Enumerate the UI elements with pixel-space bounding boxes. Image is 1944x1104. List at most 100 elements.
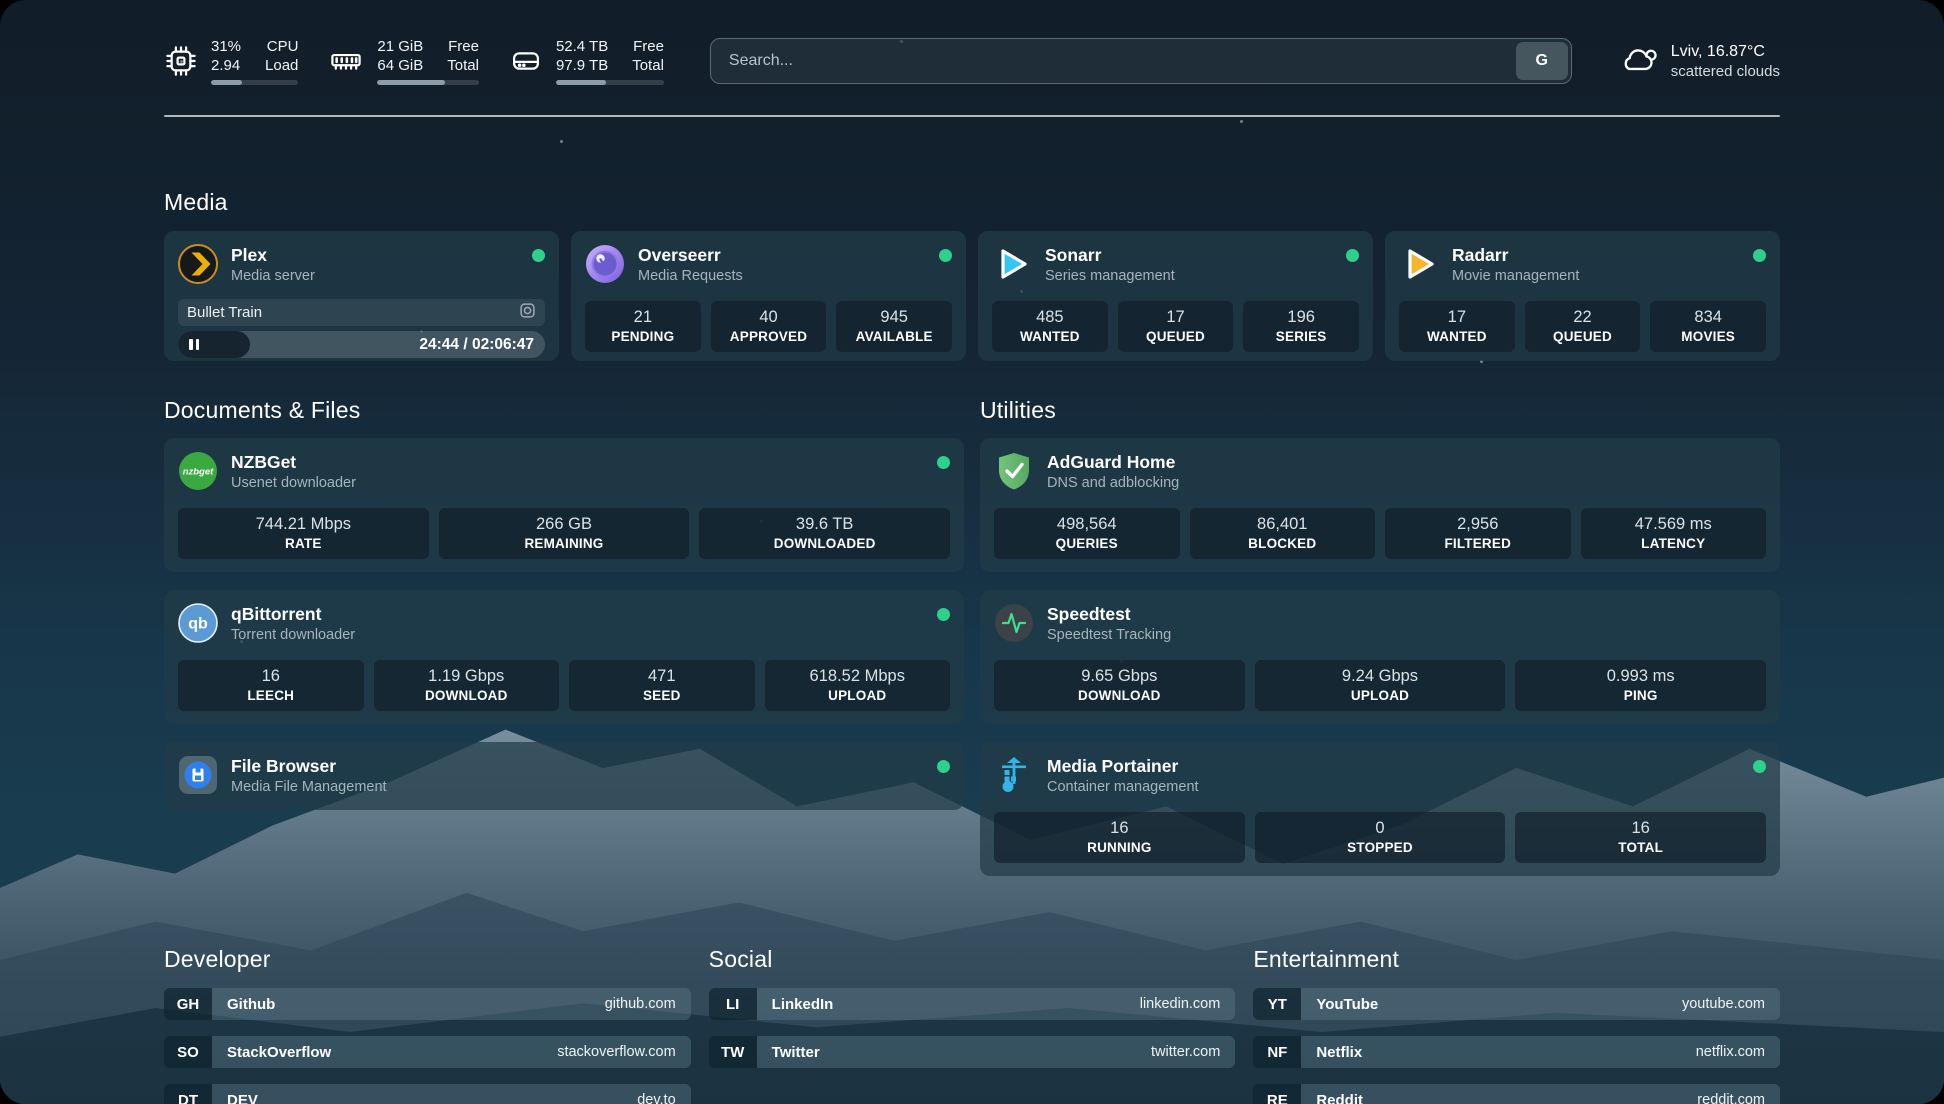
stat-label: SERIES <box>1247 328 1355 345</box>
stat-value: 266 GB <box>443 513 686 535</box>
stat-label: QUEUED <box>1529 328 1637 345</box>
stat-label: SEED <box>573 687 751 704</box>
stat-box: 0STOPPED <box>1255 812 1506 863</box>
bookmark-row[interactable]: RERedditreddit.com <box>1253 1084 1780 1104</box>
cpu-widget: 31% 2.94 CPU Load <box>164 37 298 85</box>
stat-value: 86,401 <box>1194 513 1372 535</box>
adguard-icon <box>994 451 1034 491</box>
bookmark-domain: github.com <box>605 996 676 1012</box>
nzbget-icon: nzbget <box>178 451 218 491</box>
memory-free-value: 21 GiB <box>377 37 423 56</box>
bookmark-row[interactable]: DTDEVdev.to <box>164 1084 691 1104</box>
playback-time: 24:44 / 02:06:47 <box>419 331 534 358</box>
stat-value: 196 <box>1247 306 1355 328</box>
bookmark-group-entertainment: Entertainment YTYouTubeyoutube.comNFNetf… <box>1253 946 1780 1104</box>
plex-now-playing: Bullet Train 24:44 / 02:06:47 <box>178 299 545 358</box>
bookmark-name: DEV <box>227 1092 258 1104</box>
bookmark-list: LILinkedInlinkedin.com TWTwittertwitter.c… <box>709 988 1236 1068</box>
service-card-portainer[interactable]: Media Portainer Container management 16R… <box>980 742 1780 876</box>
service-card-overseerr[interactable]: Overseerr Media Requests 21PENDING40APPR… <box>571 231 966 361</box>
search-bar: G <box>710 38 1572 84</box>
stat-box: 40APPROVED <box>711 301 827 352</box>
stat-box: 834MOVIES <box>1650 301 1766 352</box>
service-card-speedtest[interactable]: Speedtest Speedtest Tracking 9.65 GbpsDO… <box>980 590 1780 724</box>
cloud-icon <box>1618 41 1658 82</box>
stat-box: 16LEECH <box>178 660 364 711</box>
bookmark-domain: dev.to <box>637 1092 675 1104</box>
bookmarks-section: Developer GHGithubgithub.comSOStackOverf… <box>164 946 1780 1104</box>
status-dot <box>1346 249 1359 262</box>
stat-box: 945AVAILABLE <box>836 301 952 352</box>
topbar-divider <box>164 115 1780 117</box>
status-dot <box>1753 249 1766 262</box>
overseerr-icon <box>585 244 625 284</box>
stat-box: 17QUEUED <box>1118 301 1234 352</box>
stat-label: STOPPED <box>1259 839 1502 856</box>
bookmark-row[interactable]: YTYouTubeyoutube.com <box>1253 988 1780 1020</box>
status-dot <box>937 456 950 469</box>
stat-box: 9.65 GbpsDOWNLOAD <box>994 660 1245 711</box>
bookmark-row[interactable]: LILinkedInlinkedin.com <box>709 988 1236 1020</box>
bookmark-row[interactable]: TWTwittertwitter.com <box>709 1036 1236 1068</box>
service-desc: Media File Management <box>231 778 387 797</box>
stat-value: 9.65 Gbps <box>998 665 1241 687</box>
playback-progress-bar[interactable]: 24:44 / 02:06:47 <box>178 331 545 358</box>
stat-label: REMAINING <box>443 535 686 552</box>
stat-label: LEECH <box>182 687 360 704</box>
stat-label: TOTAL <box>1519 839 1762 856</box>
service-name: qBittorrent <box>231 603 355 626</box>
bookmark-domain: stackoverflow.com <box>557 1044 675 1060</box>
service-card-sonarr[interactable]: Sonarr Series management 485WANTED17QUEU… <box>978 231 1373 361</box>
memory-total-value: 64 GiB <box>377 56 423 75</box>
search-input[interactable] <box>710 38 1572 84</box>
stat-value: 16 <box>998 817 1241 839</box>
sonarr-icon <box>992 244 1032 284</box>
bookmark-body: Redditreddit.com <box>1301 1084 1780 1104</box>
service-card-plex[interactable]: Plex Media server Bullet Train <box>164 231 559 361</box>
bookmark-abbr: LI <box>709 988 757 1020</box>
cpu-progress-bar <box>211 80 298 85</box>
bookmark-name: Reddit <box>1316 1092 1363 1104</box>
service-card-qbittorrent[interactable]: qb qBittorrent Torrent downloader 16LEEC… <box>164 590 964 724</box>
service-card-radarr[interactable]: Radarr Movie management 17WANTED22QUEUED… <box>1385 231 1780 361</box>
bookmark-row[interactable]: SOStackOverflowstackoverflow.com <box>164 1036 691 1068</box>
stat-value: 1.19 Gbps <box>378 665 556 687</box>
pause-icon <box>189 339 199 350</box>
utilities-column: Utilities <box>980 397 1780 876</box>
stat-box: 2,956FILTERED <box>1385 508 1571 559</box>
bookmark-row[interactable]: NFNetflixnetflix.com <box>1253 1036 1780 1068</box>
search-provider-button[interactable]: G <box>1516 42 1568 80</box>
weather-widget: Lviv, 16.87°C scattered clouds <box>1618 41 1780 82</box>
disk-widget: 52.4 TB 97.9 TB Free Total <box>509 37 664 85</box>
service-name: Speedtest <box>1047 603 1171 626</box>
service-desc: Usenet downloader <box>231 474 356 493</box>
stat-value: 471 <box>573 665 751 687</box>
memory-total-label: Total <box>447 56 479 75</box>
service-card-nzbget[interactable]: nzbget NZBGet Usenet downloader 744.21 M… <box>164 438 964 572</box>
stat-label: RUNNING <box>998 839 1241 856</box>
service-card-adguard[interactable]: AdGuard Home DNS and adblocking 498,564Q… <box>980 438 1780 572</box>
stat-value: 39.6 TB <box>703 513 946 535</box>
service-card-filebrowser[interactable]: File Browser Media File Management <box>164 742 964 810</box>
service-name: File Browser <box>231 755 387 778</box>
stat-label: WANTED <box>996 328 1104 345</box>
memory-widget: 21 GiB 64 GiB Free Total <box>328 37 479 85</box>
bookmark-name: YouTube <box>1316 996 1378 1013</box>
stat-value: 9.24 Gbps <box>1259 665 1502 687</box>
speedtest-icon <box>994 603 1034 643</box>
bookmark-name: StackOverflow <box>227 1044 331 1061</box>
stat-box: 498,564QUERIES <box>994 508 1180 559</box>
stat-value: 22 <box>1529 306 1637 328</box>
service-desc: Series management <box>1045 267 1175 286</box>
section-title-utilities: Utilities <box>980 397 1780 424</box>
portainer-icon <box>994 755 1034 795</box>
bookmark-body: Netflixnetflix.com <box>1301 1036 1780 1068</box>
bookmark-row[interactable]: GHGithubgithub.com <box>164 988 691 1020</box>
disk-free-label: Free <box>632 37 664 56</box>
stat-box: 21PENDING <box>585 301 701 352</box>
stat-label: LATENCY <box>1585 535 1763 552</box>
service-desc: Container management <box>1047 778 1199 797</box>
stat-label: RATE <box>182 535 425 552</box>
top-bar: 31% 2.94 CPU Load <box>164 37 1780 85</box>
view-icon <box>519 302 536 324</box>
